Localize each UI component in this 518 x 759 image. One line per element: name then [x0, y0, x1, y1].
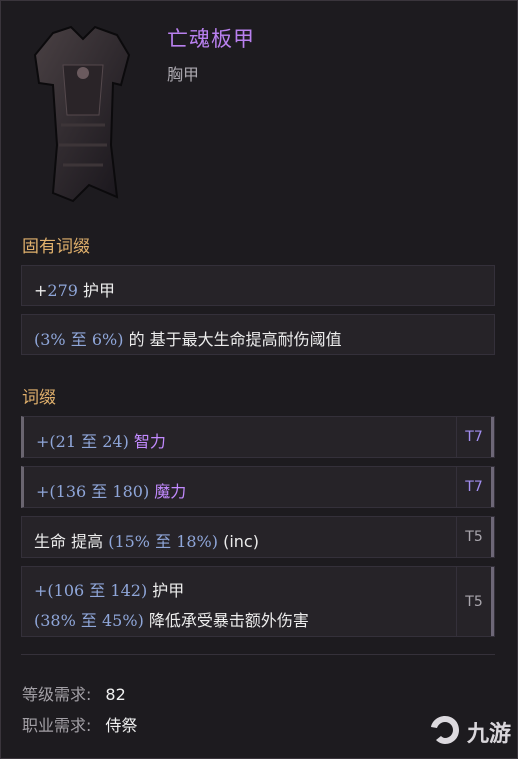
value-min: 38% [40, 611, 76, 630]
stat-label: 智力 [133, 432, 166, 451]
affix-row-life: 生命 提高 (15% 至 18%) (inc) T5 [21, 516, 495, 558]
prefix: + [34, 281, 48, 300]
class-label: 职业需求: [22, 716, 92, 735]
value-max: 6% [91, 330, 118, 349]
tier-badge: T7 [456, 467, 494, 507]
modifier-type: (inc) [223, 532, 259, 551]
affix-row-mana: +(136 至 180) 魔力 T7 [21, 466, 495, 508]
value-max: 142 [110, 581, 141, 600]
item-name: 亡魂板甲 [167, 27, 255, 51]
class-value: 侍祭 [105, 716, 138, 735]
implicit-row-armor: +279 护甲 [21, 265, 495, 306]
tier-badge: T5 [456, 567, 494, 636]
paren: ) [137, 611, 144, 630]
tier-badge: T5 [456, 517, 494, 557]
value-min: 106 [53, 581, 85, 600]
paren: ) [142, 482, 150, 501]
item-tooltip: 亡魂板甲 胸甲 固有词缀 +279 护甲 (3% 至 6%) 的 基于最大生命提… [0, 0, 518, 759]
prefix: +( [34, 581, 54, 600]
paren: ) [140, 581, 148, 600]
range-sep: 至 [75, 611, 102, 630]
prefix: +( [36, 482, 56, 501]
range-sep: 至 [76, 432, 103, 451]
value-max: 24 [102, 432, 123, 451]
prefix: +( [36, 432, 56, 451]
stat-label: 降低承受暴击额外伤害 [148, 611, 309, 630]
level-value: 82 [105, 685, 126, 704]
paren: ) [117, 330, 124, 349]
stat-label: 生命 提高 [34, 532, 104, 551]
paren: ) [122, 432, 129, 451]
watermark-text: 九游 [467, 722, 512, 747]
divider [21, 654, 495, 655]
tier-badge: T7 [456, 417, 494, 457]
range-sep: 至 [65, 330, 92, 349]
level-requirement: 等级需求: 82 [22, 681, 126, 705]
paren: ) [211, 532, 218, 551]
range-sep: 至 [150, 532, 177, 551]
value-min: 21 [55, 432, 77, 451]
dark-chest-armor-icon [33, 25, 131, 203]
level-label: 等级需求: [22, 685, 92, 704]
stat-label: 护甲 [152, 581, 185, 600]
value-min: 136 [55, 482, 87, 501]
stat-label: 的 基于最大生命提高耐伤阈值 [128, 330, 342, 349]
affix-heading: 词缀 [22, 388, 56, 408]
implicit-heading: 固有词缀 [22, 237, 90, 257]
value-max: 18% [176, 532, 212, 551]
jiuyou-logo-icon [431, 716, 459, 744]
value-max: 180 [112, 482, 143, 501]
affix-row-intelligence: +(21 至 24) 智力 T7 [21, 416, 495, 458]
value-min: 15% [114, 532, 150, 551]
value-max: 45% [102, 611, 138, 630]
implicit-row-threshold: (3% 至 6%) 的 基于最大生命提高耐伤阈值 [21, 314, 495, 355]
stat-label: 护甲 [83, 281, 116, 300]
affix-row-armor-crit: +(106 至 142) 护甲 (38% 至 45%) 降低承受暴击额外伤害 T… [21, 566, 495, 637]
stat-label: 魔力 [154, 482, 187, 501]
value-min: 3% [40, 330, 66, 349]
value: 279 [47, 281, 78, 300]
item-type: 胸甲 [167, 65, 200, 84]
range-sep: 至 [86, 482, 113, 501]
class-requirement: 职业需求: 侍祭 [22, 712, 137, 736]
range-sep: 至 [84, 581, 111, 600]
watermark: 九游 [427, 710, 511, 750]
